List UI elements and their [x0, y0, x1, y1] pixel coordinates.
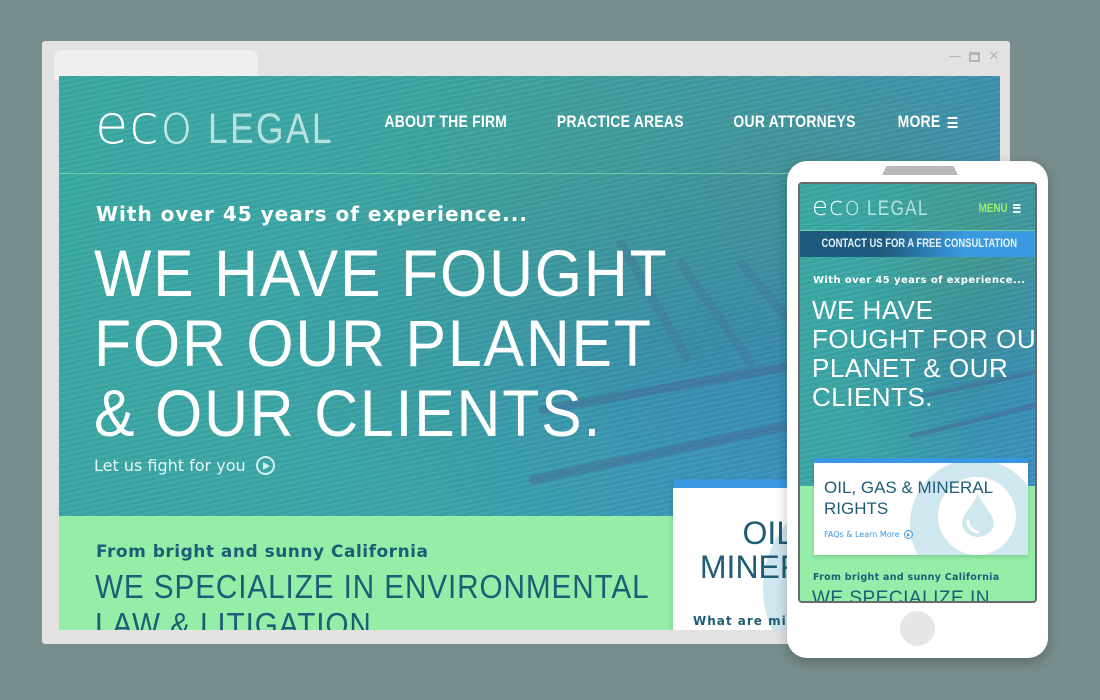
phone-speaker — [882, 166, 958, 175]
mobile-menu-label: MENU — [978, 201, 1008, 215]
logo-eco: eco — [812, 192, 862, 222]
hero-headline-line: WE HAVE FOUGHT — [94, 236, 669, 310]
mobile-card-title-line: RIGHTS — [824, 499, 889, 518]
menu-icon — [1012, 203, 1021, 213]
card-question: What are min — [693, 614, 797, 628]
menu-icon — [947, 117, 958, 129]
hero-cta-link[interactable]: Let us fight for you — [94, 456, 275, 475]
faqs-learn-more-link[interactable]: FAQs & Learn More — [824, 530, 913, 539]
mobile-hero-headline: WE HAVE FOUGHT FOR OUR PLANET & OUR CLIE… — [812, 296, 1035, 412]
nav-more[interactable]: MORE — [897, 112, 958, 132]
hero-cta-label: Let us fight for you — [94, 456, 246, 475]
mobile-hero-headline-line: CLIENTS. — [812, 382, 934, 412]
maximize-icon[interactable] — [969, 52, 980, 62]
mobile-practice-card-oil-gas[interactable]: OIL, GAS & MINERAL RIGHTS FAQs & Learn M… — [814, 458, 1028, 555]
logo-eco: eco — [95, 93, 194, 156]
specialize-headline: WE SPECIALIZE IN ENVIRONMENTAL LAW & LIT… — [95, 568, 650, 630]
nav-our-attorneys[interactable]: OUR ATTORNEYS — [733, 112, 855, 132]
contact-banner-label: CONTACT US FOR A FREE CONSULTATION — [821, 238, 1018, 250]
hero-headline-line: & OUR CLIENTS. — [94, 376, 603, 450]
main-nav: ABOUT THE FIRM PRACTICE AREAS OUR ATTORN… — [371, 112, 964, 132]
mobile-specialize-subtitle: From bright and sunny California — [813, 572, 1000, 583]
specialize-headline-line: WE SPECIALIZE IN ENVIRONMENTAL — [95, 568, 650, 605]
mobile-device: eco LEGAL MENU CONTACT US FOR A FREE CON… — [787, 161, 1048, 658]
specialize-subtitle: From bright and sunny California — [96, 542, 429, 562]
hero-headline-line: FOR OUR PLANET — [94, 306, 653, 380]
nav-more-label: MORE — [897, 112, 941, 131]
mobile-hero-headline-line: FOUGHT FOR OUR — [812, 324, 1035, 354]
mobile-logo[interactable]: eco LEGAL — [812, 194, 942, 220]
mobile-hero-headline-line: PLANET & OUR — [812, 353, 1009, 383]
play-circle-icon — [255, 456, 275, 475]
hero-tagline: With over 45 years of experience... — [96, 202, 528, 226]
logo-legal: LEGAL — [207, 105, 334, 153]
mobile-screen: eco LEGAL MENU CONTACT US FOR A FREE CON… — [798, 182, 1037, 603]
faqs-learn-more-label: FAQs & Learn More — [824, 530, 900, 539]
contact-banner-button[interactable]: CONTACT US FOR A FREE CONSULTATION — [800, 231, 1035, 257]
specialize-headline-line: LAW & LITIGATION — [95, 606, 372, 630]
logo-legal: LEGAL — [867, 197, 929, 220]
close-icon[interactable]: ✕ — [986, 50, 1002, 64]
mobile-hero-tagline: With over 45 years of experience... — [813, 275, 1026, 286]
mobile-menu-button[interactable]: MENU — [978, 201, 1021, 215]
phone-home-button[interactable] — [900, 611, 935, 646]
mobile-hero-section: eco LEGAL MENU CONTACT US FOR A FREE CON… — [800, 184, 1035, 486]
logo[interactable]: eco LEGAL — [95, 98, 362, 152]
minimize-icon[interactable]: — — [947, 50, 963, 64]
mobile-card-title-line: OIL, GAS & MINERAL — [824, 478, 994, 497]
mobile-specialize-headline: WE SPECIALIZE IN — [812, 588, 990, 603]
mobile-card-title: OIL, GAS & MINERAL RIGHTS — [824, 477, 993, 519]
mobile-hero-headline-line: WE HAVE — [812, 295, 934, 325]
mobile-header: eco LEGAL MENU — [800, 184, 1035, 231]
site-header: eco LEGAL ABOUT THE FIRM PRACTICE AREAS … — [59, 76, 1000, 174]
window-controls: — ✕ — [947, 50, 1002, 64]
play-circle-icon — [903, 530, 913, 539]
nav-about-the-firm[interactable]: ABOUT THE FIRM — [385, 112, 508, 132]
nav-practice-areas[interactable]: PRACTICE AREAS — [557, 112, 684, 132]
hero-headline: WE HAVE FOUGHT FOR OUR PLANET & OUR CLIE… — [94, 238, 668, 448]
